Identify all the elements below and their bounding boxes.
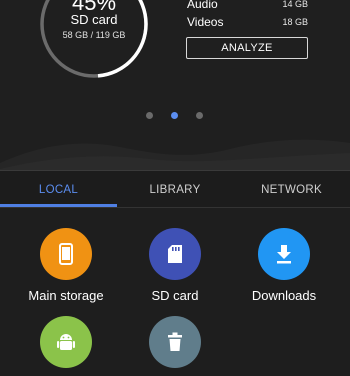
sd-card-icon-circle xyxy=(149,228,201,280)
storage-summary-panel: 45% SD card 58 GB / 119 GB Audio 14 GB V… xyxy=(0,0,350,170)
location-tabs: LOCAL LIBRARY NETWORK xyxy=(0,170,350,208)
videos-size: 18 GB xyxy=(282,17,308,27)
location-main-storage[interactable]: Main storage xyxy=(8,228,124,303)
main-storage-label: Main storage xyxy=(28,288,104,303)
apps-icon-circle xyxy=(40,316,92,368)
recycle-bin-icon-circle xyxy=(149,316,201,368)
active-tab-indicator xyxy=(0,204,117,207)
sd-card-icon xyxy=(168,245,182,263)
main-storage-icon-circle xyxy=(40,228,92,280)
downloads-label: Downloads xyxy=(251,288,317,303)
android-icon xyxy=(57,334,75,350)
location-sd-card[interactable]: SD card xyxy=(117,228,233,303)
page-indicator xyxy=(0,112,350,120)
decorative-wave xyxy=(0,139,350,170)
download-icon xyxy=(277,245,291,264)
page-dot-2[interactable] xyxy=(171,112,178,119)
storage-usage-text: 58 GB / 119 GB xyxy=(62,30,126,40)
storage-locations-grid: Main storage SD card Downloads xyxy=(0,208,350,368)
storage-name: SD card xyxy=(70,12,118,27)
tab-library[interactable]: LIBRARY xyxy=(117,171,233,208)
analyze-button[interactable]: ANALYZE xyxy=(186,37,308,59)
tab-network[interactable]: NETWORK xyxy=(233,171,350,208)
location-downloads[interactable]: Downloads xyxy=(226,228,342,303)
audio-size: 14 GB xyxy=(282,0,308,9)
tab-local[interactable]: LOCAL xyxy=(0,171,117,208)
trash-icon xyxy=(168,332,182,351)
page-dot-3[interactable] xyxy=(196,112,203,119)
location-recycle-bin[interactable] xyxy=(117,316,233,376)
audio-label: Audio xyxy=(187,0,218,11)
phone-icon xyxy=(59,243,73,265)
page-dot-1[interactable] xyxy=(146,112,153,119)
downloads-icon-circle xyxy=(258,228,310,280)
videos-label: Videos xyxy=(187,15,224,29)
sd-card-label: SD card xyxy=(151,288,199,303)
location-apps[interactable] xyxy=(8,316,124,376)
